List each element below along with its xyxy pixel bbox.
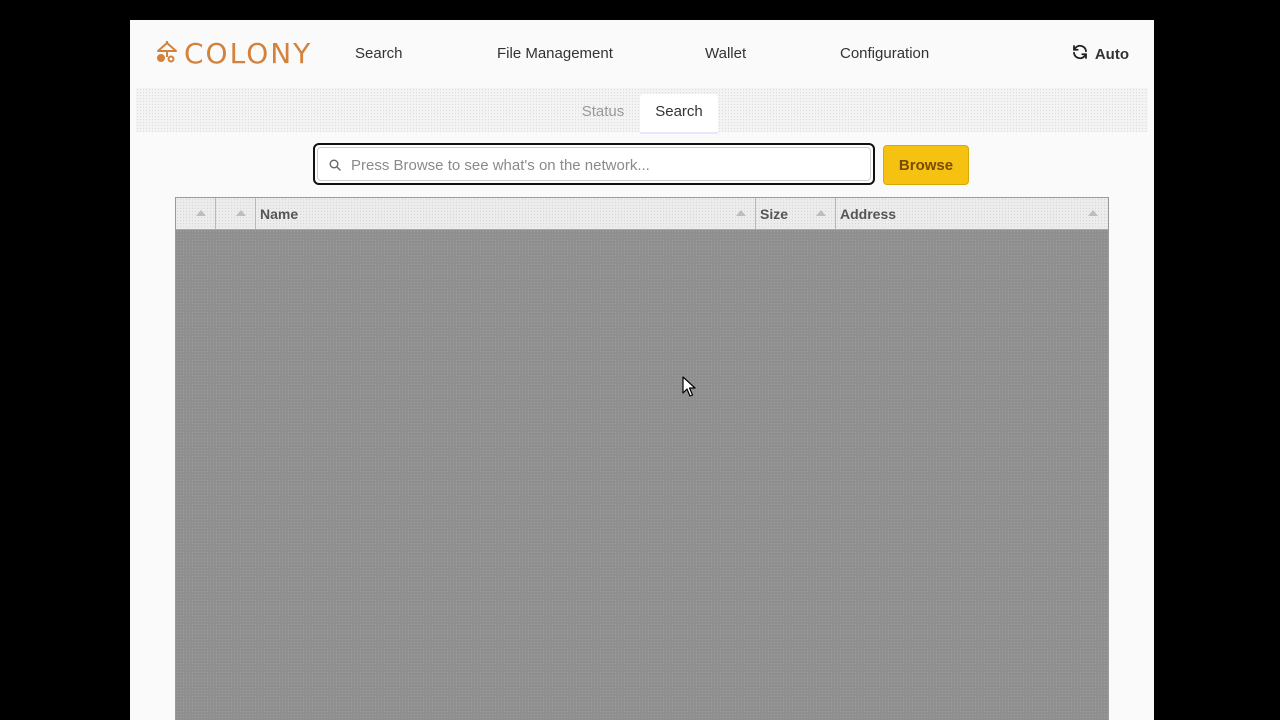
- sort-asc-icon: [736, 210, 746, 216]
- auto-label: Auto: [1094, 45, 1129, 63]
- auto-refresh-button[interactable]: Auto: [1071, 43, 1129, 65]
- column-header-select[interactable]: [176, 198, 216, 229]
- app-window: COLONY Search File Management Wallet Con…: [130, 20, 1154, 720]
- top-navbar: COLONY Search File Management Wallet Con…: [130, 20, 1154, 88]
- column-header-name[interactable]: Name: [256, 198, 756, 229]
- nav-file-management[interactable]: File Management: [497, 44, 613, 64]
- column-header-label: Address: [840, 206, 897, 222]
- nav-search[interactable]: Search: [355, 44, 403, 64]
- results-table: Name Size Address: [175, 197, 1109, 720]
- logo[interactable]: COLONY: [154, 38, 312, 70]
- tab-status[interactable]: Status: [576, 94, 630, 132]
- sort-asc-icon: [236, 210, 246, 216]
- colony-logo-icon: [154, 40, 180, 69]
- column-header-label: Size: [760, 206, 789, 222]
- sort-asc-icon: [196, 210, 206, 216]
- nav-configuration[interactable]: Configuration: [840, 44, 929, 64]
- sort-asc-icon: [816, 210, 826, 216]
- column-header-label: Name: [260, 206, 299, 222]
- nav-wallet[interactable]: Wallet: [705, 44, 746, 64]
- search-input[interactable]: [349, 151, 853, 179]
- column-header-type[interactable]: [216, 198, 256, 229]
- column-header-address[interactable]: Address: [836, 198, 1108, 229]
- column-header-size[interactable]: Size: [756, 198, 836, 229]
- search-icon: [329, 158, 341, 176]
- table-header: Name Size Address: [176, 198, 1108, 230]
- table-body-loading-overlay: [176, 230, 1108, 720]
- refresh-icon: [1071, 43, 1095, 65]
- search-box[interactable]: [313, 143, 875, 185]
- logo-text: COLONY: [184, 37, 313, 70]
- tab-search[interactable]: Search: [640, 94, 718, 134]
- mouse-pointer-icon: [682, 376, 696, 403]
- subtab-bar: Status Search: [136, 88, 1148, 134]
- sort-asc-icon: [1088, 210, 1098, 216]
- browse-button[interactable]: Browse: [883, 145, 969, 185]
